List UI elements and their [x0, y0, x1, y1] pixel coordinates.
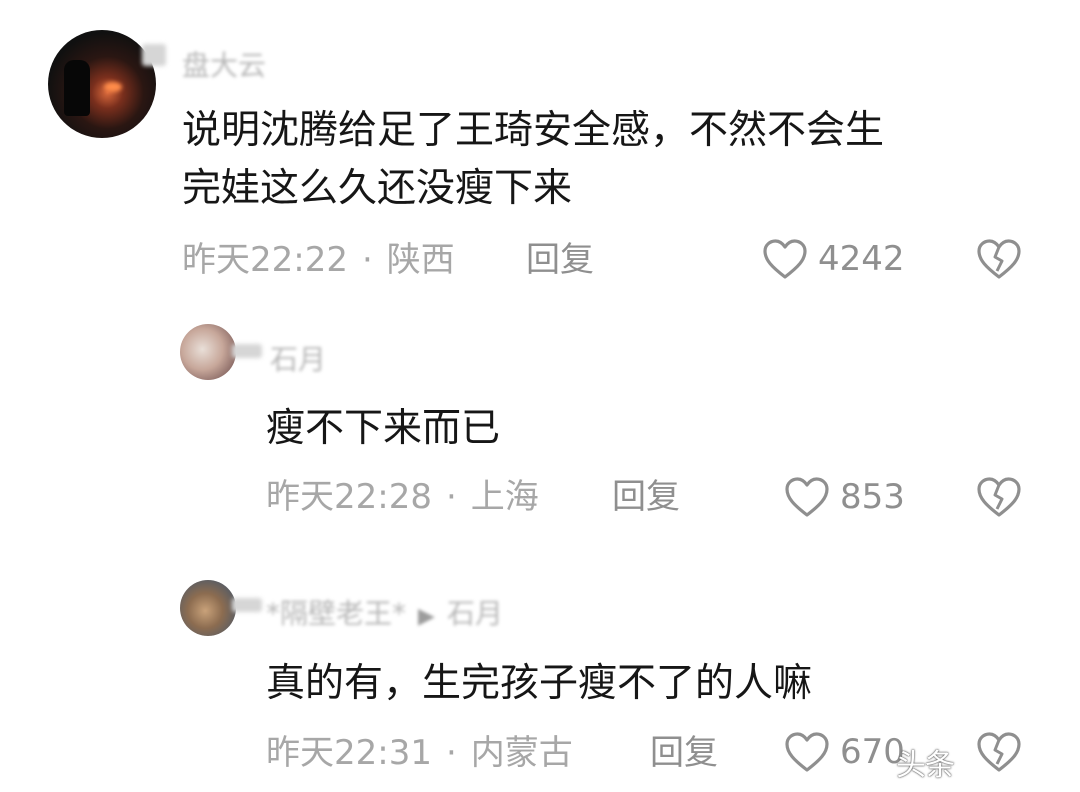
blur-mask — [142, 44, 166, 66]
like-button[interactable]: 4242 — [762, 238, 905, 280]
username-row: *隔壁老王* ▶ 石月 — [266, 592, 503, 632]
reply-to-username[interactable]: 石月 — [447, 597, 503, 630]
separator: · — [445, 733, 457, 773]
reply-button[interactable]: 回复 — [650, 733, 718, 773]
comment-text: 瘦不下来而已 — [266, 400, 1026, 458]
like-count: 853 — [840, 477, 905, 517]
username[interactable]: 石月 — [270, 338, 326, 378]
comment-meta: 昨天22:31 · 内蒙古 — [266, 733, 573, 773]
separator: · — [361, 240, 373, 280]
comment-text: 说明沈腾给足了王琦安全感，不然不会生 完娃这么久还没瘦下来 — [182, 102, 1012, 218]
triangle-right-icon: ▶ — [418, 604, 435, 629]
heart-outline-icon — [785, 732, 829, 772]
timestamp: 昨天22:22 — [182, 240, 348, 280]
timestamp: 昨天22:31 — [266, 733, 432, 773]
sunset-sun — [104, 82, 122, 92]
location: 上海 — [470, 477, 539, 517]
comment-meta: 昨天22:22 · 陕西 — [182, 240, 455, 280]
comment-line: 完娃这么久还没瘦下来 — [182, 166, 573, 211]
heart-outline-icon — [785, 477, 829, 517]
like-count: 4242 — [818, 239, 905, 279]
reply-button[interactable]: 回复 — [612, 477, 680, 517]
blur-mask — [232, 344, 262, 358]
avatar[interactable] — [180, 324, 236, 380]
reply-button[interactable]: 回复 — [526, 240, 594, 280]
blur-mask — [232, 598, 262, 612]
silhouette-figure — [64, 60, 90, 116]
location: 内蒙古 — [470, 733, 573, 773]
broken-heart-icon[interactable] — [976, 476, 1022, 518]
like-button[interactable]: 853 — [784, 476, 905, 518]
username[interactable]: 盘大云 — [182, 44, 266, 84]
avatar[interactable] — [48, 30, 156, 138]
comment-line: 瘦不下来而已 — [266, 406, 501, 451]
timestamp: 昨天22:28 — [266, 477, 432, 517]
comment-meta: 昨天22:28 · 上海 — [266, 477, 539, 517]
location: 陕西 — [386, 240, 455, 280]
watermark: 头条 — [896, 748, 955, 783]
like-button[interactable]: 670 — [784, 731, 905, 773]
comment-line: 说明沈腾给足了王琦安全感，不然不会生 — [182, 108, 885, 153]
comment-line: 真的有，生完孩子瘦不了的人嘛 — [266, 661, 813, 706]
broken-heart-icon[interactable] — [976, 238, 1022, 280]
avatar[interactable] — [180, 580, 236, 636]
separator: · — [445, 477, 457, 517]
comment-text: 真的有，生完孩子瘦不了的人嘛 — [266, 655, 1026, 713]
username[interactable]: *隔壁老王* — [266, 597, 406, 630]
heart-outline-icon — [763, 239, 807, 279]
broken-heart-icon[interactable] — [976, 731, 1022, 773]
